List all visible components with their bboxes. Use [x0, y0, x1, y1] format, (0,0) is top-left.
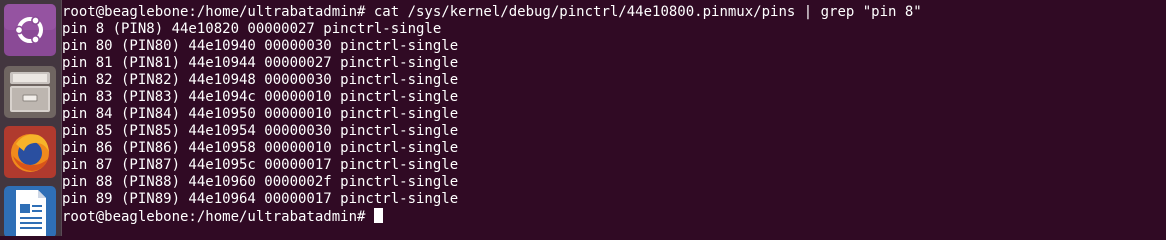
output-line: pin 80 (PIN80) 44e10940 00000030 pinctrl…: [62, 38, 459, 54]
command-line: root@beaglebone:/home/ultrabatadmin# cat…: [62, 4, 922, 20]
file-cabinet-icon: [4, 66, 56, 118]
launcher-item-writer[interactable]: [4, 186, 56, 236]
output-line: pin 85 (PIN85) 44e10954 00000030 pinctrl…: [62, 123, 459, 139]
output-line: pin 86 (PIN86) 44e10958 00000010 pinctrl…: [62, 140, 459, 156]
output-line: pin 81 (PIN81) 44e10944 00000027 pinctrl…: [62, 55, 459, 71]
firefox-icon: [4, 126, 56, 178]
launcher-item-firefox[interactable]: [4, 126, 56, 178]
terminal-output: root@beaglebone:/home/ultrabatadmin# cat…: [62, 4, 922, 225]
launcher-item-files[interactable]: [4, 66, 56, 118]
desktop-screen: root@beaglebone:/home/ultrabatadmin# cat…: [0, 0, 1166, 236]
shell-prompt: root@beaglebone:/home/ultrabatadmin#: [62, 209, 374, 225]
writer-document-icon: [4, 186, 56, 236]
launcher-item-dash[interactable]: [4, 4, 56, 56]
launcher-dock: [0, 0, 62, 236]
output-line: pin 87 (PIN87) 44e1095c 00000017 pinctrl…: [62, 157, 459, 173]
output-line: pin 84 (PIN84) 44e10950 00000010 pinctrl…: [62, 106, 459, 122]
prompt-line[interactable]: root@beaglebone:/home/ultrabatadmin#: [62, 208, 922, 225]
ubuntu-logo-icon: [4, 4, 56, 56]
output-line: pin 88 (PIN88) 44e10960 0000002f pinctrl…: [62, 174, 459, 190]
text-cursor: [373, 208, 383, 223]
output-line: pin 89 (PIN89) 44e10964 00000017 pinctrl…: [62, 191, 459, 207]
terminal-window[interactable]: root@beaglebone:/home/ultrabatadmin# cat…: [62, 0, 1166, 236]
output-line: pin 83 (PIN83) 44e1094c 00000010 pinctrl…: [62, 89, 459, 105]
output-line: pin 8 (PIN8) 44e10820 00000027 pinctrl-s…: [62, 21, 442, 37]
output-line: pin 82 (PIN82) 44e10948 00000030 pinctrl…: [62, 72, 459, 88]
